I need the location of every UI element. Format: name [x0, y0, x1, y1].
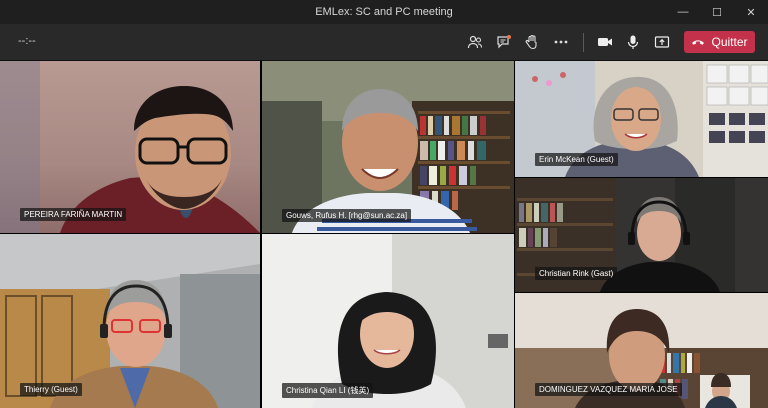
camera-icon[interactable]	[596, 33, 614, 51]
raise-hand-icon[interactable]	[523, 33, 541, 51]
video-tile-2[interactable]: Gouws, Rufus H. [rhg@sun.ac.za]	[262, 61, 514, 233]
participant-video-6	[262, 234, 514, 408]
title-bar: EMLex: SC and PC meeting — ☐ ✕	[0, 0, 768, 24]
more-options-icon[interactable]	[552, 33, 570, 51]
leave-button[interactable]: Quitter	[684, 31, 755, 53]
minimize-button[interactable]: —	[666, 0, 700, 24]
toolbar-divider	[583, 33, 584, 52]
meeting-toolbar: --:-- Quitter	[0, 24, 768, 61]
participant-video-2	[262, 61, 514, 233]
participant-name-2: Gouws, Rufus H. [rhg@sun.ac.za]	[282, 209, 412, 222]
video-tile-7[interactable]: DOMINGUEZ VAZQUEZ MARIA JOSE	[515, 293, 768, 408]
microphone-icon[interactable]	[624, 33, 642, 51]
participant-video-5	[0, 234, 260, 408]
phone-hangup-icon	[692, 40, 705, 45]
chat-icon[interactable]	[495, 33, 513, 51]
participant-name-7: DOMINGUEZ VAZQUEZ MARIA JOSE	[535, 383, 682, 396]
participant-name-4: Christian Rink (Gast)	[535, 267, 618, 280]
meeting-timer: --:--	[18, 35, 36, 47]
video-stage: PEREIRA FARIÑA MARTIN Gouws, Rufus H. [r…	[0, 61, 768, 408]
participant-name-3: Erin McKean (Guest)	[535, 153, 618, 166]
participant-name-1: PEREIRA FARIÑA MARTIN	[20, 208, 127, 221]
video-tile-6[interactable]: Christina Qian LI (钱英)	[262, 234, 514, 408]
video-tile-3[interactable]: Erin McKean (Guest)	[515, 61, 768, 177]
video-tile-5[interactable]: Thierry (Guest)	[0, 234, 260, 408]
video-tile-1[interactable]: PEREIRA FARIÑA MARTIN	[0, 61, 260, 233]
close-button[interactable]: ✕	[734, 0, 768, 24]
leave-label: Quitter	[711, 35, 748, 49]
maximize-button[interactable]: ☐	[700, 0, 734, 24]
window-title: EMLex: SC and PC meeting	[315, 6, 453, 18]
video-tile-4[interactable]: Christian Rink (Gast)	[515, 178, 768, 292]
participants-icon[interactable]	[466, 33, 484, 51]
participant-name-6: Christina Qian LI (钱英)	[282, 383, 374, 398]
share-screen-icon[interactable]	[653, 33, 671, 51]
window-controls: — ☐ ✕	[666, 0, 768, 24]
participant-name-5: Thierry (Guest)	[20, 383, 82, 396]
